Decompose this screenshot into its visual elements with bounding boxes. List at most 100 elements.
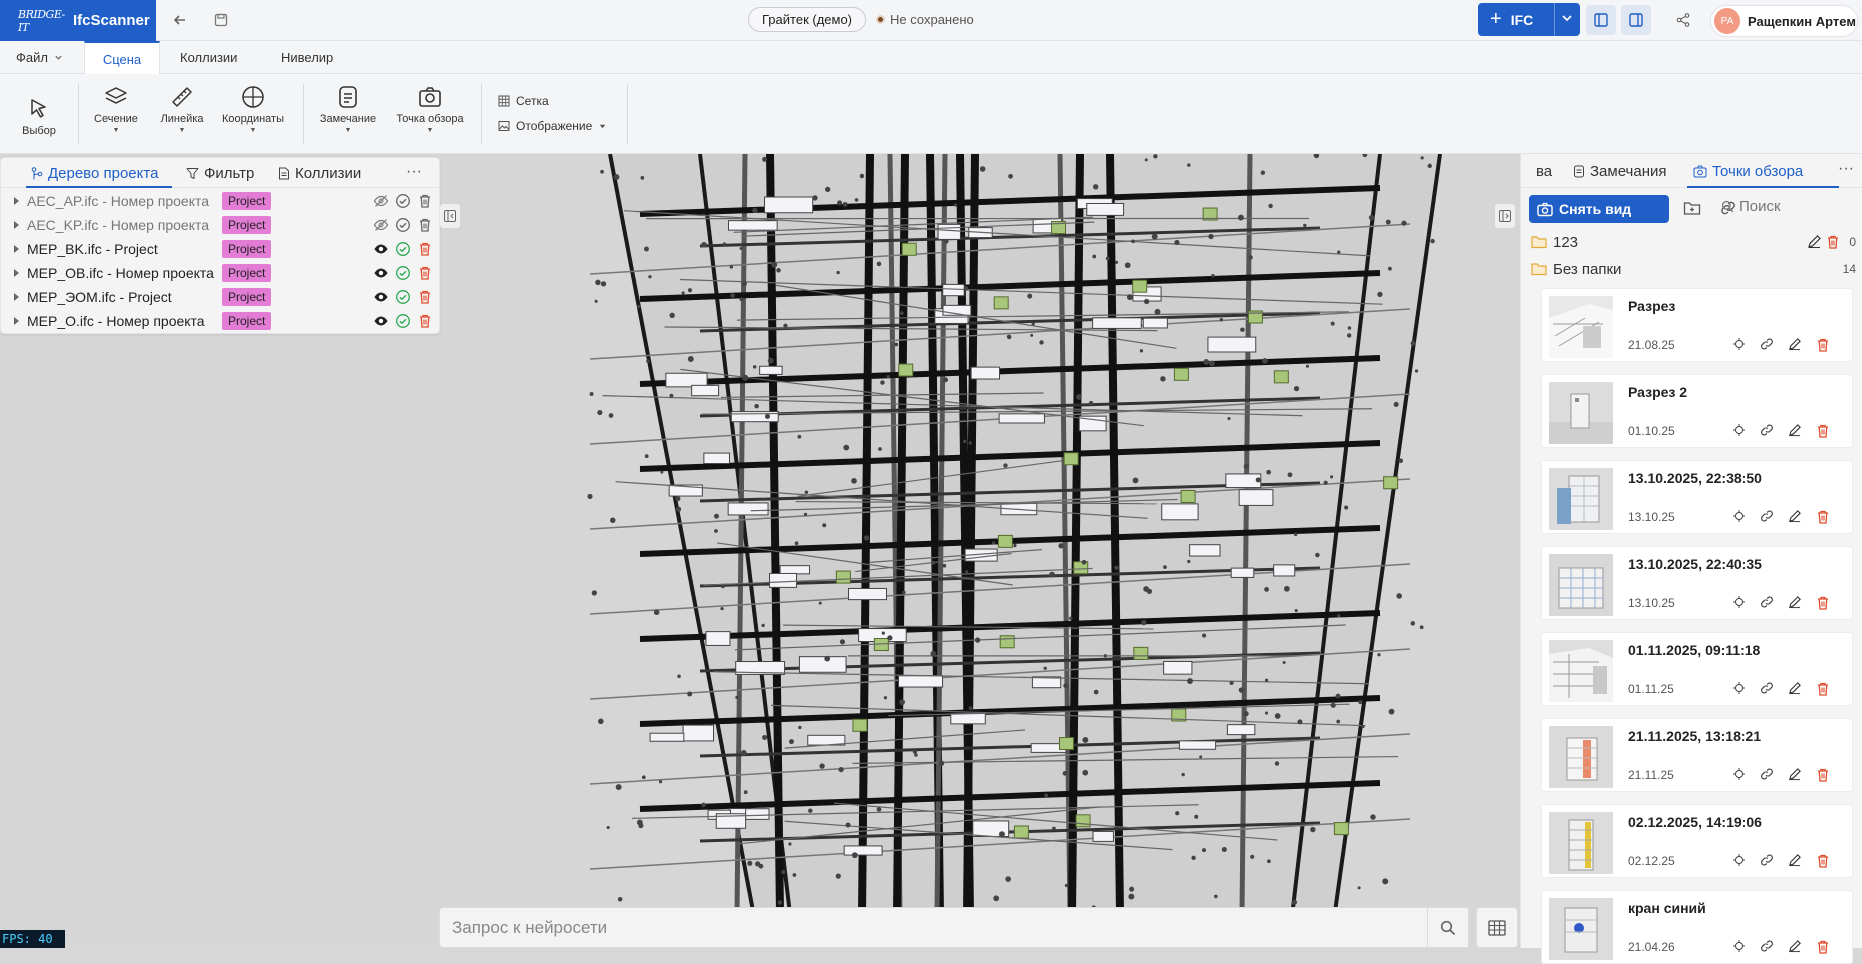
viewpoint-card[interactable]: 13.10.2025, 22:38:5013.10.25 (1541, 460, 1853, 534)
share-icon[interactable] (1668, 5, 1698, 35)
viewpoint-thumbnail[interactable] (1549, 382, 1613, 444)
tab-project-tree[interactable]: Дерево проекта (31, 165, 158, 182)
link-icon[interactable] (1760, 337, 1774, 351)
layout-left-panel-button[interactable] (1586, 5, 1616, 35)
display-dropdown[interactable]: Отображение (498, 119, 613, 133)
user-menu[interactable]: РА Ращепкин Артем (1710, 5, 1858, 37)
viewpoint-tool-button[interactable]: Точка обзора ▼ (393, 84, 467, 146)
edit-icon[interactable] (1788, 939, 1802, 953)
link-icon[interactable] (1760, 767, 1774, 781)
more-options-icon[interactable]: ··· (1838, 160, 1854, 178)
trash-icon[interactable] (1816, 423, 1830, 439)
tab-collisions[interactable]: Коллизии (180, 41, 237, 74)
trash-icon[interactable] (418, 193, 432, 209)
edit-icon[interactable] (1788, 595, 1802, 609)
tree-row[interactable]: MEP_OB.ifc - Номер проектаProject (1, 261, 439, 285)
expand-caret-icon[interactable] (14, 197, 19, 205)
target-icon[interactable] (1732, 767, 1746, 781)
check-circle-icon[interactable] (395, 289, 411, 305)
trash-icon[interactable] (1816, 939, 1830, 955)
table-view-button[interactable] (1476, 907, 1518, 948)
ai-search-button[interactable] (1427, 907, 1469, 948)
ruler-tool-button[interactable]: Линейка ▼ (158, 84, 206, 146)
section-tool-button[interactable]: Сечение ▼ (92, 84, 140, 146)
link-icon[interactable] (1760, 509, 1774, 523)
select-tool-button[interactable]: Выбор (20, 84, 58, 146)
target-icon[interactable] (1732, 595, 1746, 609)
link-icon[interactable] (1760, 595, 1774, 609)
viewpoint-card[interactable]: Разрез21.08.25 (1541, 288, 1853, 362)
link-icon[interactable] (1760, 939, 1774, 953)
trash-icon[interactable] (1816, 337, 1830, 353)
target-icon[interactable] (1732, 509, 1746, 523)
file-menu[interactable]: Файл (16, 41, 63, 74)
tree-row[interactable]: MEP_ЭОМ.ifc - ProjectProject (1, 285, 439, 309)
layout-right-panel-button[interactable] (1621, 5, 1651, 35)
trash-icon[interactable] (418, 265, 432, 281)
expand-caret-icon[interactable] (14, 245, 19, 253)
expand-caret-icon[interactable] (14, 293, 19, 301)
tab-scene[interactable]: Сцена (84, 41, 160, 75)
tree-row[interactable]: AEC_AP.ifc - Номер проектаProject (1, 189, 439, 213)
viewpoint-thumbnail[interactable] (1549, 812, 1613, 874)
coordinates-tool-button[interactable]: Координаты ▼ (220, 84, 286, 146)
collapse-left-panel-button[interactable] (440, 204, 460, 228)
folder-row[interactable]: Без папки14 (1531, 259, 1856, 279)
target-icon[interactable] (1732, 939, 1746, 953)
check-circle-icon[interactable] (395, 241, 411, 257)
eye-off-icon[interactable] (373, 217, 389, 233)
check-circle-icon[interactable] (395, 265, 411, 281)
eye-icon[interactable] (373, 313, 389, 329)
snap-view-button[interactable]: Снять вид (1529, 195, 1669, 223)
check-circle-icon[interactable] (395, 193, 411, 209)
tab-left-collisions[interactable]: Коллизии (278, 165, 361, 182)
grid-toggle[interactable]: Сетка (498, 94, 549, 108)
target-icon[interactable] (1732, 853, 1746, 867)
trash-icon[interactable] (418, 289, 432, 305)
eye-icon[interactable] (373, 241, 389, 257)
viewpoint-card[interactable]: 01.11.2025, 09:11:1801.11.25 (1541, 632, 1853, 706)
trash-icon[interactable] (1816, 509, 1830, 525)
save-icon[interactable] (209, 8, 233, 32)
new-folder-icon[interactable] (1683, 200, 1701, 216)
edit-icon[interactable] (1788, 423, 1802, 437)
viewpoint-thumbnail[interactable] (1549, 554, 1613, 616)
check-circle-icon[interactable] (395, 313, 411, 329)
viewpoint-card[interactable]: 21.11.2025, 13:18:2121.11.25 (1541, 718, 1853, 792)
eye-icon[interactable] (373, 265, 389, 281)
chevron-down-icon[interactable] (1560, 11, 1574, 25)
target-icon[interactable] (1732, 423, 1746, 437)
edit-icon[interactable] (1788, 337, 1802, 351)
trash-icon[interactable] (1816, 767, 1830, 783)
viewpoint-card[interactable]: кран синий21.04.26 (1541, 890, 1853, 964)
link-icon[interactable] (1760, 853, 1774, 867)
tree-row[interactable]: MEP_BK.ifc - ProjectProject (1, 237, 439, 261)
trash-icon[interactable] (418, 241, 432, 257)
folder-row[interactable]: 1230 (1531, 232, 1856, 252)
trash-icon[interactable] (1826, 234, 1846, 250)
tab-leveling[interactable]: Нивелир (281, 41, 333, 74)
viewpoint-card[interactable]: Разрез 201.10.25 (1541, 374, 1853, 448)
tab-viewpoints[interactable]: Точки обзора (1693, 163, 1803, 180)
trash-icon[interactable] (1816, 595, 1830, 611)
viewpoint-card[interactable]: 02.12.2025, 14:19:0602.12.25 (1541, 804, 1853, 878)
app-logo[interactable]: BRIDGE-IT IfcScanner (0, 0, 156, 41)
add-ifc-button[interactable]: + IFC (1478, 3, 1580, 36)
eye-off-icon[interactable] (373, 193, 389, 209)
viewpoint-search[interactable]: Поиск (1721, 198, 1781, 215)
edit-icon[interactable] (1788, 767, 1802, 781)
target-icon[interactable] (1732, 681, 1746, 695)
viewpoint-thumbnail[interactable] (1549, 468, 1613, 530)
edit-icon[interactable] (1807, 234, 1828, 249)
link-icon[interactable] (1760, 423, 1774, 437)
edit-icon[interactable] (1788, 681, 1802, 695)
collapse-right-panel-button[interactable] (1495, 204, 1515, 228)
viewpoint-thumbnail[interactable] (1549, 898, 1613, 960)
edit-icon[interactable] (1788, 853, 1802, 867)
trash-icon[interactable] (418, 217, 432, 233)
check-circle-icon[interactable] (395, 217, 411, 233)
project-name-pill[interactable]: Грайтек (демо) (748, 7, 866, 32)
viewpoint-thumbnail[interactable] (1549, 640, 1613, 702)
link-icon[interactable] (1760, 681, 1774, 695)
tab-properties-partial[interactable]: ва (1536, 163, 1552, 180)
